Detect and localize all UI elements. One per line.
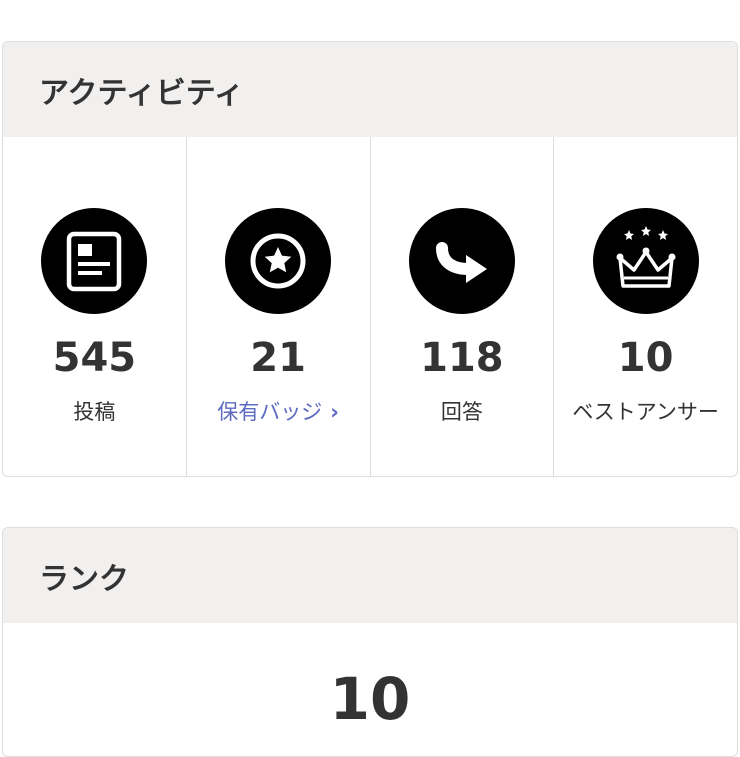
star-badge-icon [225, 208, 332, 314]
activity-stats: 545 投稿 21 保有バッジ › 118 回答 10 ベストアンサー [3, 137, 737, 476]
posts-count: 545 [52, 335, 137, 381]
answers-count: 118 [420, 335, 504, 381]
document-icon [41, 208, 148, 314]
stat-best-answers: 10 ベストアンサー [554, 137, 737, 476]
badges-count: 21 [250, 335, 306, 381]
stat-posts: 545 投稿 [3, 137, 187, 476]
reply-arrow-icon [408, 208, 515, 314]
rank-title: ランク [3, 528, 737, 623]
rank-card: ランク 10 [2, 527, 738, 757]
posts-label: 投稿 [73, 400, 116, 424]
best-answers-count: 10 [617, 335, 674, 381]
activity-title: アクティビティ [3, 42, 737, 137]
badges-link[interactable]: 保有バッジ › [187, 399, 370, 425]
rank-value: 10 [329, 665, 411, 733]
stat-badges[interactable]: 21 保有バッジ › [187, 137, 371, 476]
best-answers-label: ベストアンサー [572, 400, 719, 424]
activity-card: アクティビティ 545 投稿 21 保有バッジ › 118 回答 10 ベストア… [2, 41, 738, 477]
stat-answers: 118 回答 [371, 137, 555, 476]
answers-label: 回答 [440, 400, 483, 424]
chevron-right-icon: › [330, 400, 339, 424]
crown-icon [592, 208, 699, 314]
badges-label: 保有バッジ [217, 400, 323, 424]
